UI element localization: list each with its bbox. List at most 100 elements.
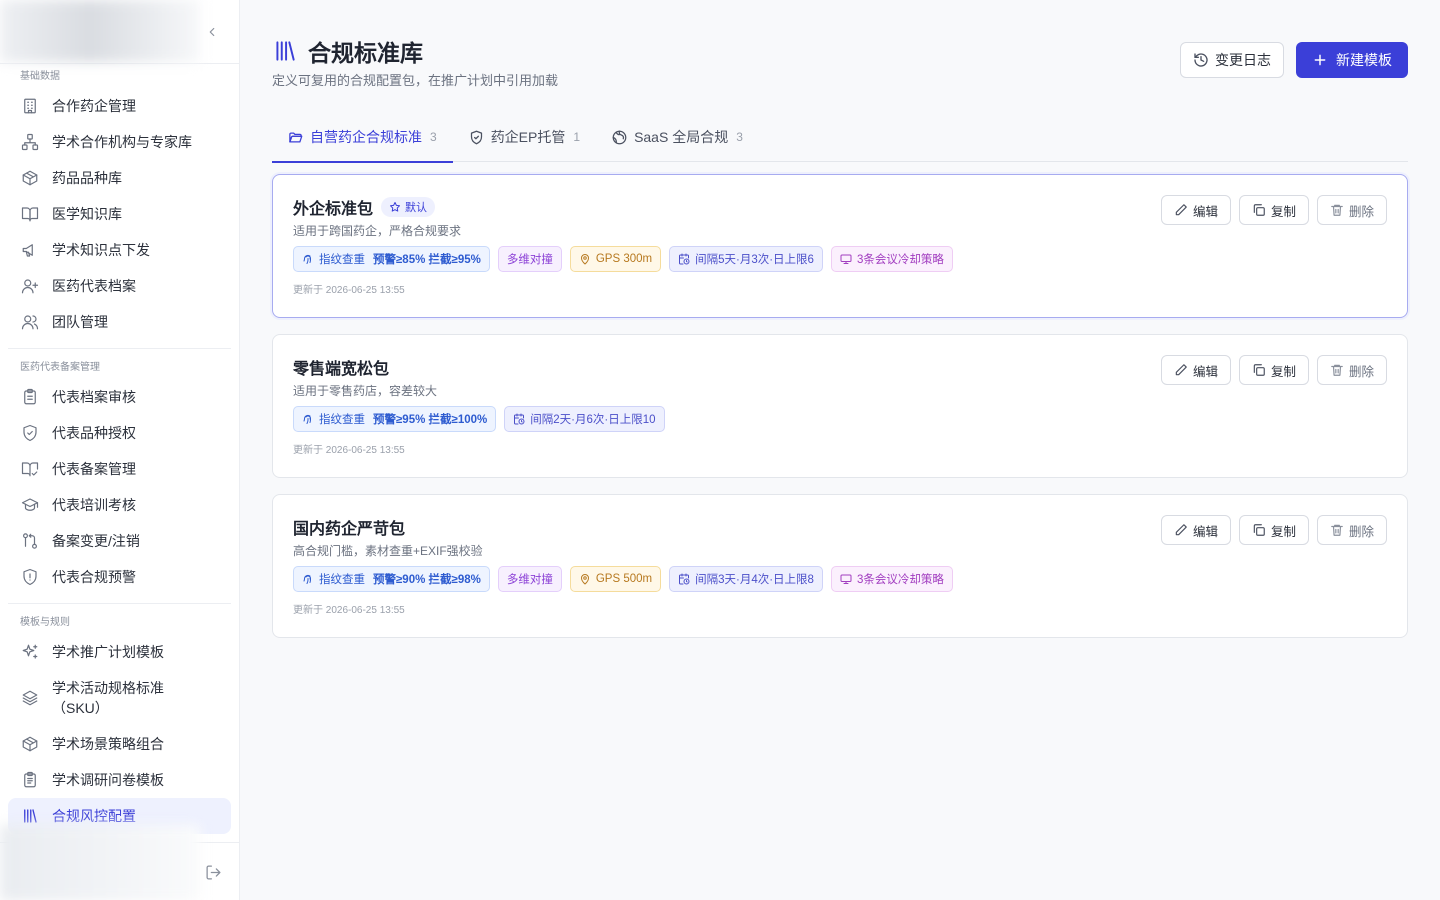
nav-group-title: 医药代表备案管理 [20, 362, 100, 373]
edit-button[interactable]: 编辑 [1160, 355, 1231, 385]
sidebar-item-team[interactable]: 团队管理 [8, 304, 231, 340]
sidebar-item-scenario-strategy[interactable]: 学术场景策略组合 [8, 726, 231, 762]
sidebar-item-drug-authorization[interactable]: 代表品种授权 [8, 415, 231, 451]
sidebar-item-profile-review[interactable]: 代表档案审核 [8, 379, 231, 415]
sidebar-item-label: 医学知识库 [52, 206, 122, 222]
rule-chips: 指纹查重 预警≥85% 拦截≥95% 多维对撞 GPS 300m 间隔5天·月3… [293, 246, 1387, 272]
sidebar-item-drug-library[interactable]: 药品品种库 [8, 160, 231, 196]
history-icon [1194, 53, 1208, 67]
copy-button[interactable]: 复制 [1238, 355, 1309, 385]
fingerprint-chip: 指纹查重 预警≥95% 拦截≥100% [293, 406, 497, 432]
delete-button[interactable]: 删除 [1316, 195, 1387, 225]
logout-button[interactable] [202, 861, 224, 883]
sidebar-item-survey-template[interactable]: 学术调研问卷模板 [8, 762, 231, 798]
globe-icon [612, 130, 627, 144]
sidebar-item-partner-pharma[interactable]: 合作药企管理 [8, 88, 231, 124]
fingerprint-value: 预警≥95% 拦截≥100% [373, 414, 488, 426]
sidebar-item-filing-management[interactable]: 代表备案管理 [8, 451, 231, 487]
brand-logo [0, 0, 200, 62]
nav-group-title: 基础数据 [20, 71, 60, 82]
library-icon [20, 806, 40, 826]
megaphone-icon [20, 240, 40, 260]
tab-saas-global[interactable]: SaaS 全局合规 3 [596, 112, 759, 162]
sidebar-nav[interactable]: 基础数据 合作药企管理 学术合作机构与专家库 药品品种库 医学知识库 学术知识点… [0, 64, 239, 842]
gps-chip: GPS 300m [569, 246, 662, 272]
edit-button[interactable]: 编辑 [1160, 515, 1231, 545]
log-out-icon [205, 864, 221, 880]
network-icon [20, 132, 40, 152]
trash-icon [1331, 524, 1343, 536]
sidebar-item-knowledge-dispatch[interactable]: 学术知识点下发 [8, 232, 231, 268]
sidebar-item-plan-template[interactable]: 学术推广计划模板 [8, 634, 231, 670]
sidebar-item-training[interactable]: 代表培训考核 [8, 487, 231, 523]
sidebar: 基础数据 合作药企管理 学术合作机构与专家库 药品品种库 医学知识库 学术知识点… [0, 0, 240, 900]
template-card[interactable]: 国内药企严苛包 高合规门槛，素材查重+EXIF强校验 指纹查重 预警≥90% 拦… [272, 494, 1408, 638]
template-name: 外企标准包 [293, 201, 374, 218]
template-card[interactable]: 外企标准包 默认 适用于跨国药企，严格合规要求 指纹查重 预警≥85% 拦截≥9… [272, 174, 1408, 318]
meeting-cooldown-chip: 3条会议冷却策略 [830, 246, 953, 272]
interval-chip: 间隔5天·月3次·日上限6 [669, 246, 823, 272]
sidebar-item-label: 代表合规预警 [52, 569, 136, 585]
tab-self-operated[interactable]: 自营药企合规标准 3 [272, 112, 453, 163]
copy-icon [1253, 204, 1265, 216]
tab-bar: 自营药企合规标准 3 药企EP托管 1 SaaS 全局合规 3 [272, 112, 1408, 163]
nav-group-title: 模板与规则 [20, 617, 70, 628]
edit-label: 编辑 [1192, 204, 1218, 219]
building-icon [20, 96, 40, 116]
gps-chip: GPS 500m [569, 566, 662, 592]
plus-icon [1314, 54, 1326, 66]
meeting-value: 3条会议冷却策略 [856, 574, 944, 586]
tab-label: SaaS 全局合规 [634, 129, 729, 145]
sidebar-item-label: 代表备案管理 [52, 461, 136, 477]
tab-label: 自营药企合规标准 [310, 129, 422, 145]
sparkles-icon [20, 642, 40, 662]
delete-button[interactable]: 删除 [1316, 355, 1387, 385]
sidebar-item-compliance-alert[interactable]: 代表合规预警 [8, 559, 231, 595]
gps-value: GPS 300m [595, 253, 653, 265]
delete-button[interactable]: 删除 [1316, 515, 1387, 545]
clipboard-icon [20, 770, 40, 790]
collapse-sidebar-button[interactable] [202, 22, 222, 42]
sidebar-item-label-line2: （SKU） [52, 700, 109, 716]
calendar-clock-icon [679, 573, 690, 585]
changelog-button[interactable]: 变更日志 [1180, 42, 1284, 78]
sidebar-item-institutions[interactable]: 学术合作机构与专家库 [8, 124, 231, 160]
meeting-cooldown-chip: 3条会议冷却策略 [830, 566, 953, 592]
delete-label: 删除 [1348, 364, 1374, 379]
copy-icon [1253, 364, 1265, 376]
sidebar-item-medical-knowledge[interactable]: 医学知识库 [8, 196, 231, 232]
tab-label: 药企EP托管 [490, 129, 566, 145]
new-template-button[interactable]: 新建模板 [1296, 42, 1408, 78]
shield-alert-icon [20, 567, 40, 587]
tab-ep-hosting[interactable]: 药企EP托管 1 [453, 112, 596, 162]
fingerprint-icon [303, 414, 311, 424]
copy-icon [1253, 524, 1265, 536]
default-badge: 默认 [381, 197, 436, 217]
sidebar-item-rep-profiles[interactable]: 医药代表档案 [8, 268, 231, 304]
sidebar-item-label: 代表档案审核 [52, 389, 136, 405]
edit-button[interactable]: 编辑 [1160, 195, 1231, 225]
star-icon [390, 202, 401, 212]
meeting-value: 3条会议冷却策略 [856, 254, 944, 266]
copy-button[interactable]: 复制 [1238, 195, 1309, 225]
gps-value: GPS 500m [595, 573, 653, 585]
graduation-cap-icon [20, 495, 40, 515]
sidebar-item-label: 学术知识点下发 [52, 242, 150, 258]
users-icon [20, 312, 40, 332]
sidebar-item-label: 学术活动规格标准 （SKU） [52, 678, 164, 718]
user-profile[interactable] [0, 825, 200, 900]
card-actions: 编辑 复制 删除 [1160, 355, 1387, 385]
copy-button[interactable]: 复制 [1238, 515, 1309, 545]
template-card[interactable]: 零售端宽松包 适用于零售药店，容差较大 指纹查重 预警≥95% 拦截≥100% … [272, 334, 1408, 478]
sidebar-item-activity-sku[interactable]: 学术活动规格标准 （SKU） [8, 670, 231, 726]
sidebar-item-label: 医药代表档案 [52, 278, 136, 294]
edit-label: 编辑 [1192, 524, 1218, 539]
sidebar-item-filing-change[interactable]: 备案变更/注销 [8, 523, 231, 559]
copy-label: 复制 [1270, 204, 1296, 219]
trash-icon [1331, 204, 1343, 216]
monitor-icon [840, 254, 852, 264]
delete-label: 删除 [1348, 524, 1374, 539]
sidebar-item-label: 药品品种库 [52, 170, 122, 186]
fingerprint-chip: 指纹查重 预警≥90% 拦截≥98% [293, 566, 490, 592]
updated-time: 更新于 2026-06-25 13:55 [293, 445, 405, 456]
